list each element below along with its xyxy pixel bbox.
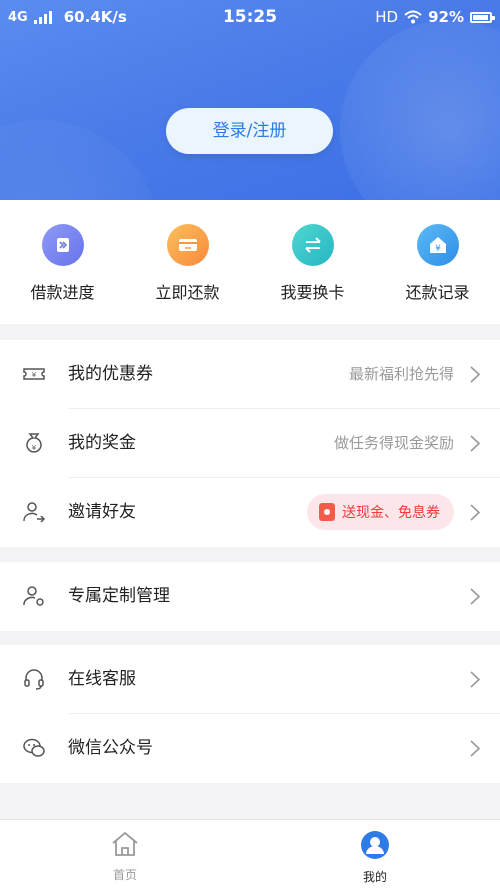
quick-actions: 借款进度 立即还款 我要换卡 ¥ 还款记录 [0,200,500,324]
menu-row-title: 邀请好友 [68,502,136,522]
tab-label: 我的 [362,870,387,884]
menu-group-support: 在线客服 微信公众号 [0,645,500,783]
battery-percent: 92% [428,8,464,26]
quick-action-label: 立即还款 [155,283,220,302]
wechat-icon [23,738,45,757]
menu-row-title: 专属定制管理 [68,586,170,606]
quick-action-change-card[interactable]: 我要换卡 [250,224,375,303]
menu-row-custom-management[interactable]: 专属定制管理 [0,562,500,631]
home-yen-icon: ¥ [416,224,459,266]
user-avatar-icon [361,831,389,859]
svg-text:¥: ¥ [435,244,441,254]
red-envelope-icon [319,503,335,521]
menu-row-wechat-official[interactable]: 微信公众号 [0,714,500,783]
bottom-tab-bar: 首页 我的 [0,819,500,889]
menu-row-title: 微信公众号 [68,738,153,758]
chevron-right-icon [470,740,480,757]
quick-action-label: 借款进度 [30,283,95,302]
progress-icon [41,224,84,266]
money-bag-icon: ¥ [26,433,42,453]
menu-row-title: 在线客服 [68,669,136,689]
user-settings-icon [23,586,44,606]
menu-row-invite-friends[interactable]: 邀请好友 送现金、免息券 [0,478,500,547]
headset-icon [24,669,44,690]
menu-row-online-service[interactable]: 在线客服 [0,645,500,714]
tab-label: 首页 [112,868,137,882]
quick-action-loan-progress[interactable]: 借款进度 [0,224,125,303]
menu-group-custom: 专属定制管理 [0,562,500,631]
chevron-right-icon [470,671,480,688]
invite-reward-badge: 送现金、免息券 [307,494,454,530]
quick-action-label: 还款记录 [405,283,470,302]
chevron-right-icon [470,435,480,452]
svg-text:¥: ¥ [32,371,37,379]
menu-group-rewards: ¥ 我的优惠券 最新福利抢先得 ¥ 我的奖金 做任务得现金奖励 邀请好友 送现金… [0,340,500,547]
menu-row-title: 我的优惠券 [68,364,153,384]
header-decoration [340,20,500,200]
swap-card-icon [291,224,334,266]
badge-text: 送现金、免息券 [342,505,440,521]
quick-action-repay-now[interactable]: 立即还款 [125,224,250,303]
chevron-right-icon [470,504,480,521]
menu-row-coupons[interactable]: ¥ 我的优惠券 最新福利抢先得 [0,340,500,409]
home-icon [112,831,138,856]
profile-header: 4G 60.4K/s 15:25 HD 92% 登录/注册 [0,0,500,200]
menu-row-title: 我的奖金 [68,433,136,453]
coupon-icon: ¥ [23,368,45,380]
menu-row-hint: 最新福利抢先得 [348,365,454,383]
menu-row-hint: 做任务得现金奖励 [333,434,454,452]
battery-icon [470,11,495,23]
chevron-right-icon [470,588,480,605]
wifi-icon [404,10,422,24]
chevron-right-icon [470,366,480,383]
login-register-button[interactable]: 登录/注册 [166,108,333,154]
status-bar: 4G 60.4K/s 15:25 HD 92% [0,0,500,34]
menu-row-bonus[interactable]: ¥ 我的奖金 做任务得现金奖励 [0,409,500,478]
tab-me[interactable]: 我的 [325,830,425,885]
quick-action-label: 我要换卡 [280,283,345,302]
card-repay-icon [166,224,209,266]
tab-home[interactable]: 首页 [75,830,175,883]
invite-user-icon [23,502,46,523]
header-decoration [0,120,160,200]
quick-action-repay-records[interactable]: ¥ 还款记录 [375,224,500,303]
svg-text:¥: ¥ [32,444,37,452]
hd-indicator: HD [375,8,399,26]
